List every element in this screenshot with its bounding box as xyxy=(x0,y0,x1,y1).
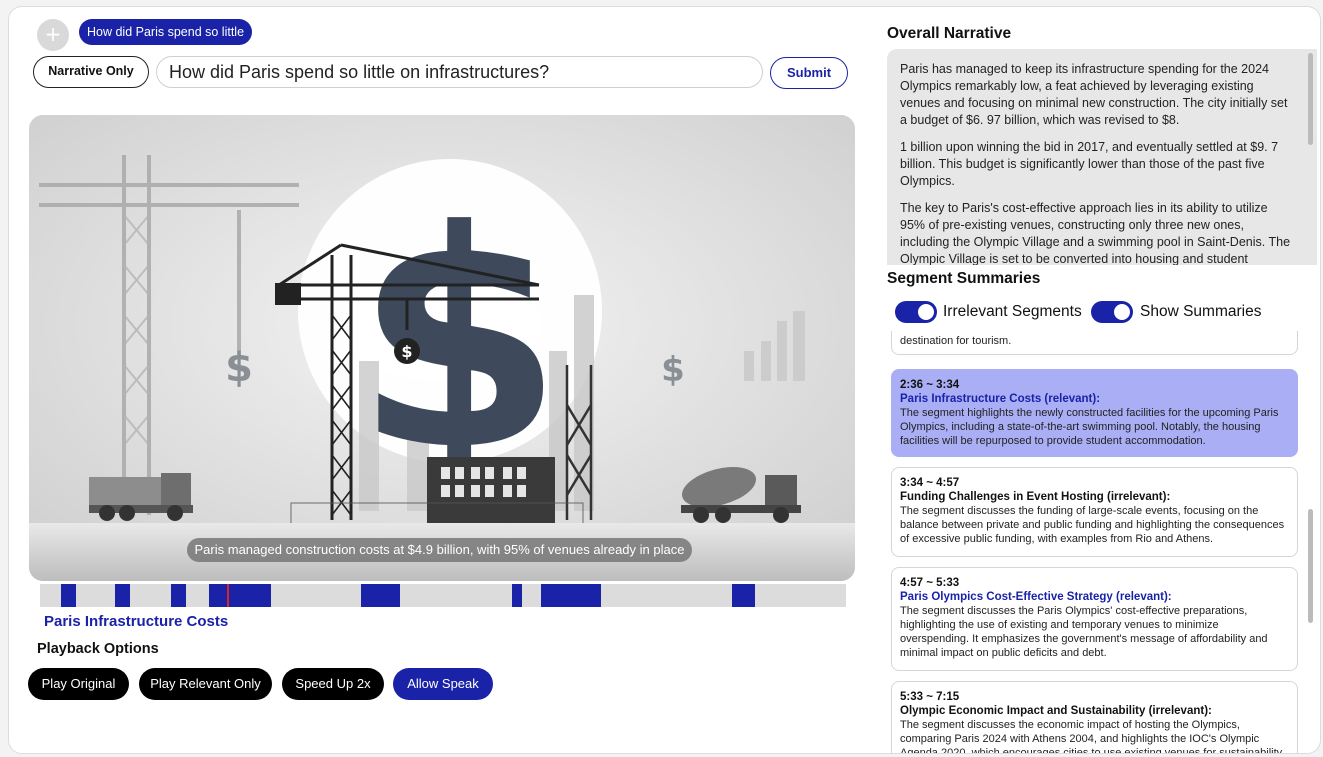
summary-time: 5:33 ~ 7:15 xyxy=(900,691,960,703)
summary-card-previous[interactable]: destination for tourism. xyxy=(891,331,1298,355)
narrative-paragraph: Paris has managed to keep its infrastruc… xyxy=(900,62,1288,127)
irrelevant-segments-label: Irrelevant Segments xyxy=(943,303,1082,320)
small-dollar-icon-left: $ xyxy=(225,345,253,391)
segment-summaries-heading: Segment Summaries xyxy=(887,270,1041,287)
timeline-segment[interactable] xyxy=(209,584,271,607)
summary-text: The segment discusses the Paris Olympics… xyxy=(900,605,1268,659)
summary-text: The segment highlights the newly constru… xyxy=(900,407,1279,447)
narrative-panel[interactable]: Paris has managed to keep its infrastruc… xyxy=(887,49,1317,265)
timeline-playhead[interactable] xyxy=(227,584,229,607)
summary-text: The segment discusses the funding of lar… xyxy=(900,505,1285,545)
query-tab[interactable]: How did Paris spend so little xyxy=(79,19,253,45)
current-segment-title: Paris Infrastructure Costs xyxy=(44,613,229,630)
small-dollar-icon-right: $ xyxy=(661,350,685,390)
summary-card[interactable]: 2:36 ~ 3:34 Paris Infrastructure Costs (… xyxy=(891,369,1298,457)
timeline-segment[interactable] xyxy=(541,584,601,607)
timeline-segment[interactable] xyxy=(512,584,522,607)
submit-button[interactable]: Submit xyxy=(770,57,848,89)
segment-timeline[interactable] xyxy=(40,584,846,607)
summary-card[interactable]: 5:33 ~ 7:15 Olympic Economic Impact and … xyxy=(891,681,1298,754)
video-caption: Paris managed construction costs at $4.9… xyxy=(187,538,692,562)
overall-narrative-heading: Overall Narrative xyxy=(887,25,1012,42)
new-query-button[interactable]: + xyxy=(37,19,69,51)
timeline-segment[interactable] xyxy=(115,584,130,607)
timeline-segment[interactable] xyxy=(361,584,400,607)
speed-up-button[interactable]: Speed Up 2x xyxy=(282,668,384,700)
query-input[interactable] xyxy=(156,56,763,88)
summaries-scrollbar[interactable] xyxy=(1308,509,1313,623)
summary-time: 4:57 ~ 5:33 xyxy=(900,577,960,589)
show-summaries-toggle[interactable] xyxy=(1091,301,1133,323)
summary-title: Olympic Economic Impact and Sustainabili… xyxy=(900,705,1212,717)
irrelevant-segments-toggle[interactable] xyxy=(895,301,937,323)
narrative-only-button[interactable]: Narrative Only xyxy=(33,56,149,88)
timeline-segment[interactable] xyxy=(732,584,755,607)
play-relevant-only-button[interactable]: Play Relevant Only xyxy=(139,668,272,700)
show-summaries-label: Show Summaries xyxy=(1140,303,1262,320)
play-original-button[interactable]: Play Original xyxy=(28,668,129,700)
timeline-segment[interactable] xyxy=(61,584,76,607)
plus-icon: + xyxy=(44,22,62,46)
summary-title: Funding Challenges in Event Hosting (irr… xyxy=(900,491,1171,503)
summary-title: Paris Infrastructure Costs (relevant): xyxy=(900,393,1101,405)
summary-card[interactable]: 3:34 ~ 4:57 Funding Challenges in Event … xyxy=(891,467,1298,557)
summary-card[interactable]: 4:57 ~ 5:33 Paris Olympics Cost-Effectiv… xyxy=(891,567,1298,671)
summary-time: 2:36 ~ 3:34 xyxy=(900,379,960,391)
narrative-paragraph: 1 billion upon winning the bid in 2017, … xyxy=(900,140,1279,188)
segment-summaries-list[interactable]: destination for tourism. 2:36 ~ 3:34 Par… xyxy=(887,331,1312,754)
timeline-segment[interactable] xyxy=(171,584,186,607)
narrative-scrollbar[interactable] xyxy=(1308,53,1313,145)
summary-title: Paris Olympics Cost-Effective Strategy (… xyxy=(900,591,1172,603)
app-window: + How did Paris spend so little Narrativ… xyxy=(8,6,1321,754)
svg-text:$: $ xyxy=(401,342,412,361)
video-frame-illustration: $ $ $ $ xyxy=(29,115,855,581)
summary-text: destination for tourism. xyxy=(900,335,1012,347)
video-player[interactable]: $ $ $ $ Paris managed construction costs… xyxy=(29,115,855,581)
summary-time: 3:34 ~ 4:57 xyxy=(900,477,960,489)
narrative-paragraph: The key to Paris's cost-effective approa… xyxy=(900,201,1291,265)
allow-speak-button[interactable]: Allow Speak xyxy=(393,668,493,700)
summary-text: The segment discusses the economic impac… xyxy=(900,719,1283,754)
playback-options-heading: Playback Options xyxy=(37,641,159,657)
